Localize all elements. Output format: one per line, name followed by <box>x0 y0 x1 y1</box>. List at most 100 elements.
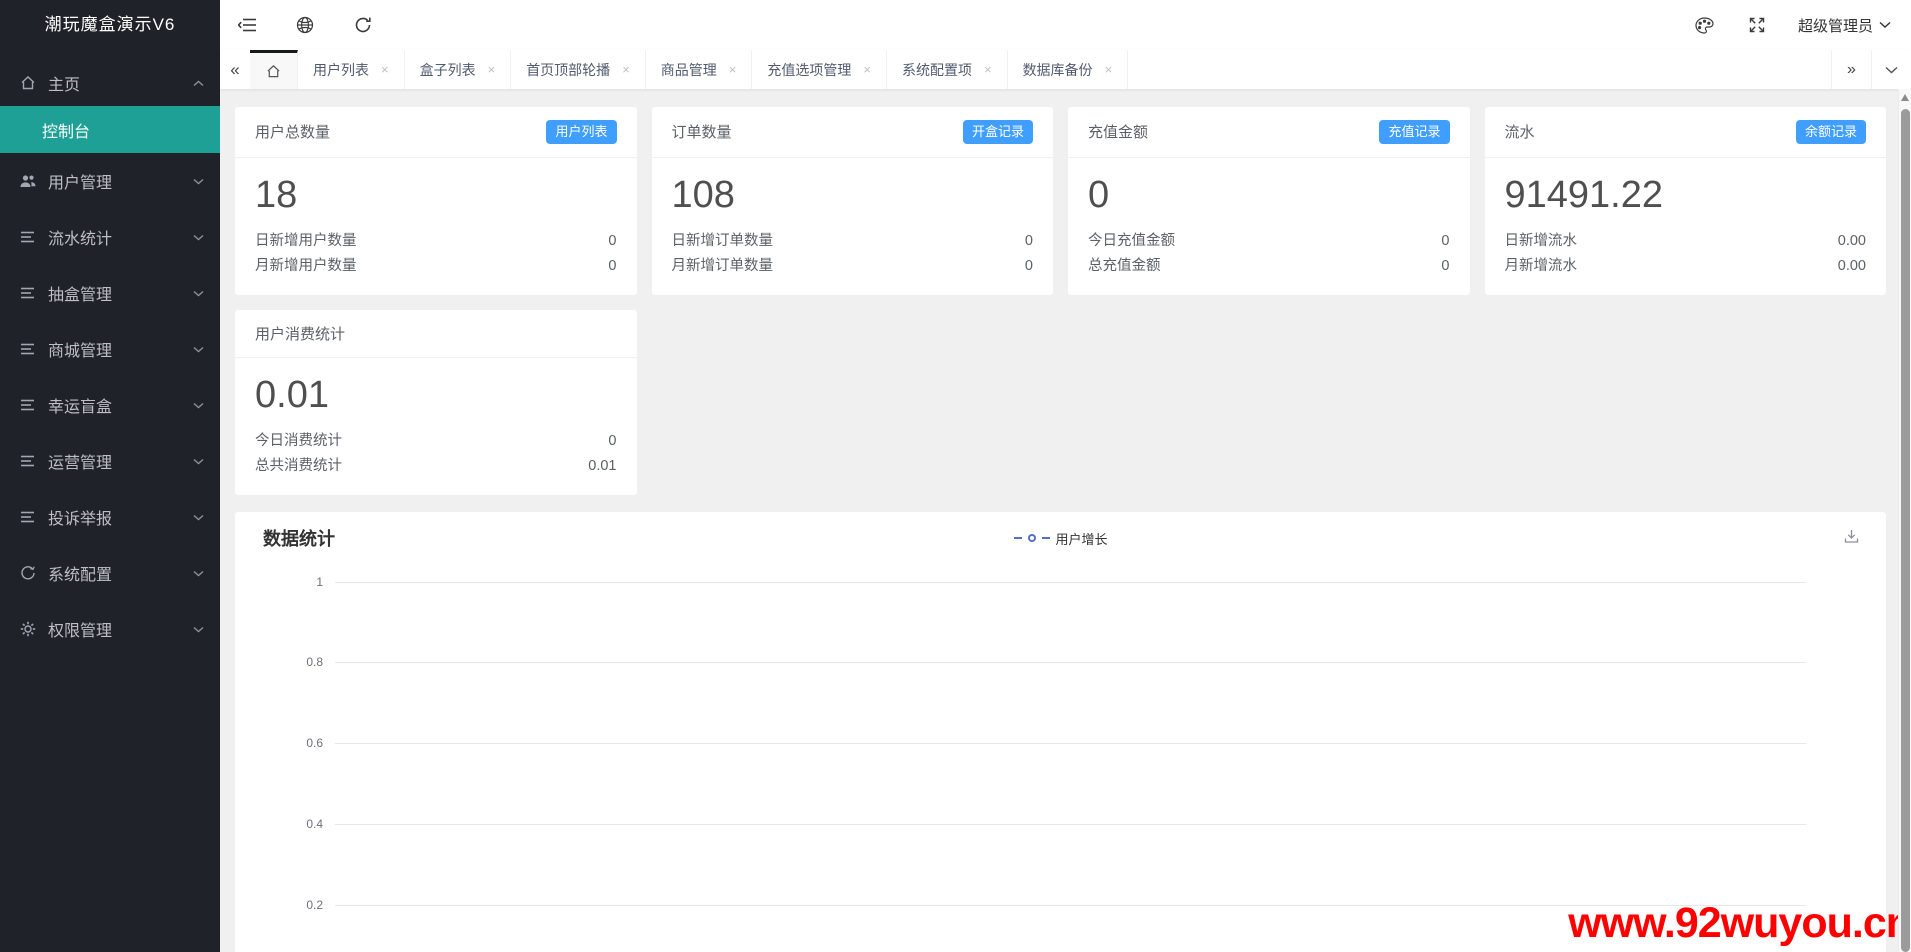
gridline: 0.4 <box>335 824 1806 825</box>
stat-card-title: 用户消费统计 <box>255 323 345 344</box>
sidebar-item-system-config[interactable]: 系统配置 <box>0 545 220 601</box>
gridline: 0.6 <box>335 743 1806 744</box>
stat-row-label: 日新增流水 <box>1505 229 1578 254</box>
top-bar: 超级管理员 <box>220 0 1911 50</box>
fullscreen-icon[interactable] <box>1746 14 1768 36</box>
sidebar-item-mall-management[interactable]: 商城管理 <box>0 321 220 377</box>
tab-label: 商品管理 <box>661 60 717 80</box>
close-icon[interactable]: × <box>488 63 496 76</box>
tab-system-config-items[interactable]: 系统配置项 × <box>887 50 1008 89</box>
scroll-up-arrow-icon[interactable] <box>1901 94 1909 101</box>
stat-card-orders: 订单数量 开盒记录 108 日新增订单数量 0 月新增订单数量 0 <box>652 107 1054 295</box>
tab-product-management[interactable]: 商品管理 × <box>646 50 753 89</box>
gridline: 0.8 <box>335 662 1806 663</box>
home-icon <box>266 64 281 79</box>
admin-dashboard: 潮玩魔盒演示V6 主页 控制台 用户管理 流 <box>0 0 1911 952</box>
download-chart-icon[interactable] <box>1843 528 1860 545</box>
sidebar-item-label: 运营管理 <box>48 449 193 473</box>
users-icon <box>18 172 38 190</box>
list-icon <box>18 284 38 302</box>
y-axis-tick: 0.6 <box>306 736 323 750</box>
sidebar-item-permission-management[interactable]: 权限管理 <box>0 601 220 657</box>
refresh-icon[interactable] <box>352 14 374 36</box>
sidebar-item-label: 系统配置 <box>48 561 193 585</box>
tab-home[interactable] <box>250 50 298 89</box>
close-icon[interactable]: × <box>622 63 630 76</box>
sidebar-item-box-management[interactable]: 抽盒管理 <box>0 265 220 321</box>
stat-row-label: 月新增流水 <box>1505 254 1578 279</box>
tabs-menu-button[interactable] <box>1871 50 1911 89</box>
watermark-text: www.92wuyou.cn <box>1568 899 1911 948</box>
content-area: 用户总数量 用户列表 18 日新增用户数量 0 月新增用户数量 0 <box>220 89 1911 952</box>
main-area: 超级管理员 « 用户列表 × 盒子列表 × 首页顶部轮播 × <box>220 0 1911 952</box>
legend-line-marker <box>1013 537 1021 539</box>
user-name: 超级管理员 <box>1798 15 1873 36</box>
sidebar-item-operation-management[interactable]: 运营管理 <box>0 433 220 489</box>
globe-icon[interactable] <box>294 14 316 36</box>
stat-row-label: 月新增用户数量 <box>255 254 357 279</box>
sidebar-item-user-management[interactable]: 用户管理 <box>0 153 220 209</box>
stat-card-recharge: 充值金额 充值记录 0 今日充值金额 0 总充值金额 0 <box>1068 107 1470 295</box>
stat-row-label: 总充值金额 <box>1088 254 1161 279</box>
chevron-down-icon <box>193 178 204 185</box>
recharge-records-badge[interactable]: 充值记录 <box>1379 120 1449 144</box>
sidebar-subitem-label: 控制台 <box>42 118 90 142</box>
legend-line-marker <box>1041 537 1049 539</box>
tab-recharge-options[interactable]: 充值选项管理 × <box>752 50 887 89</box>
tab-label: 首页顶部轮播 <box>526 60 610 80</box>
tab-label: 用户列表 <box>313 60 369 80</box>
stat-card-flow: 流水 余额记录 91491.22 日新增流水 0.00 月新增流水 0.00 <box>1485 107 1887 295</box>
y-axis-tick: 0.8 <box>306 655 323 669</box>
chevron-down-icon <box>193 458 204 465</box>
legend-circle-marker <box>1027 534 1035 542</box>
y-axis-tick: 0.2 <box>306 898 323 912</box>
home-icon <box>18 74 38 92</box>
theme-palette-icon[interactable] <box>1694 14 1716 36</box>
collapse-menu-icon[interactable] <box>236 14 258 36</box>
close-icon[interactable]: × <box>863 63 871 76</box>
tab-label: 充值选项管理 <box>767 60 851 80</box>
stat-value: 0 <box>1088 174 1450 217</box>
stat-card-title: 充值金额 <box>1088 121 1148 142</box>
tab-label: 数据库备份 <box>1023 60 1093 80</box>
stat-row-label: 日新增用户数量 <box>255 229 357 254</box>
chart-legend-user-growth[interactable]: 用户增长 <box>1013 529 1107 548</box>
sidebar-item-flow-stats[interactable]: 流水统计 <box>0 209 220 265</box>
chevron-down-icon <box>193 346 204 353</box>
tab-database-backup[interactable]: 数据库备份 × <box>1008 50 1129 89</box>
scrollbar-thumb[interactable] <box>1901 109 1910 952</box>
sidebar-item-home[interactable]: 主页 <box>0 60 220 106</box>
app-title: 潮玩魔盒演示V6 <box>0 0 220 50</box>
open-box-records-badge[interactable]: 开盒记录 <box>963 120 1033 144</box>
balance-records-badge[interactable]: 余额记录 <box>1796 120 1866 144</box>
stat-card-title: 订单数量 <box>672 121 732 142</box>
sidebar-item-console[interactable]: 控制台 <box>0 106 220 153</box>
close-icon[interactable]: × <box>984 63 992 76</box>
close-icon[interactable]: × <box>381 63 389 76</box>
close-icon[interactable]: × <box>729 63 737 76</box>
stat-card-title: 流水 <box>1505 121 1535 142</box>
sidebar-item-complaint-report[interactable]: 投诉举报 <box>0 489 220 545</box>
sidebar-item-lucky-box[interactable]: 幸运盲盒 <box>0 377 220 433</box>
tab-user-list[interactable]: 用户列表 × <box>298 50 405 89</box>
tab-label: 系统配置项 <box>902 60 972 80</box>
stat-row-value: 0.00 <box>1838 254 1866 279</box>
stat-row-value: 0 <box>1025 229 1033 254</box>
vertical-scrollbar[interactable] <box>1898 89 1911 952</box>
tab-home-carousel[interactable]: 首页顶部轮播 × <box>511 50 646 89</box>
close-icon[interactable]: × <box>1105 63 1113 76</box>
user-menu[interactable]: 超级管理员 <box>1798 15 1891 36</box>
gridline: 1 <box>335 582 1806 583</box>
tab-box-list[interactable]: 盒子列表 × <box>405 50 512 89</box>
gauge-icon <box>18 564 38 582</box>
chevron-down-icon <box>1885 66 1898 74</box>
stat-value: 108 <box>672 174 1034 217</box>
sidebar-item-label: 主页 <box>48 71 193 95</box>
list-icon <box>18 340 38 358</box>
tabs-scroll-left-button[interactable]: « <box>220 50 250 89</box>
tabs-scroll-right-button[interactable]: » <box>1831 50 1871 89</box>
stat-card-title: 用户总数量 <box>255 121 330 142</box>
user-list-badge[interactable]: 用户列表 <box>546 120 616 144</box>
sidebar-item-label: 幸运盲盒 <box>48 393 193 417</box>
stat-row-label: 今日充值金额 <box>1088 229 1175 254</box>
